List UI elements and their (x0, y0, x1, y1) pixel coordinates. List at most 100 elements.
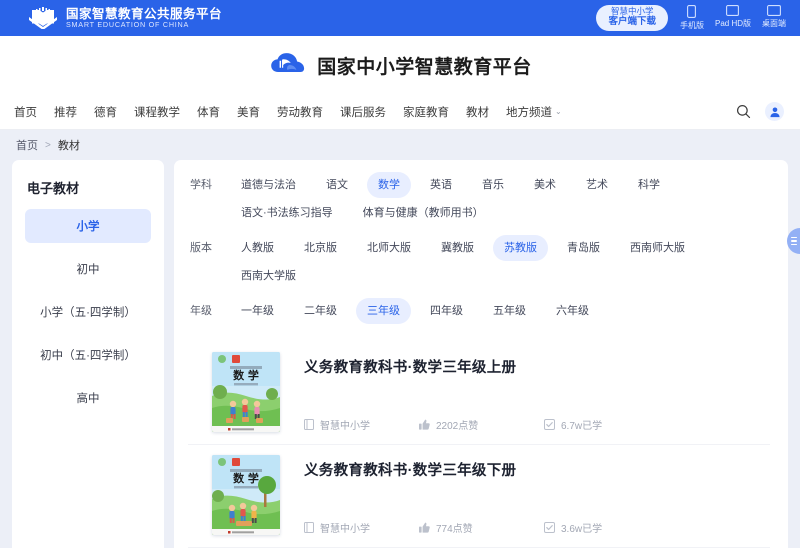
feedback-tab-icon (790, 236, 797, 246)
svg-text:数 学: 数 学 (233, 471, 259, 485)
sidebar-item-primary-54[interactable]: 小学（五·四学制） (25, 295, 151, 329)
chip-subject-math[interactable]: 数学 (367, 172, 411, 198)
sidebar-item-junior[interactable]: 初中 (25, 252, 151, 286)
page-title: 国家中小学智慧教育平台 (317, 55, 532, 78)
site-logo-band: 国家中小学智慧教育平台 (0, 36, 800, 94)
book-learners-label: 3.6w已学 (561, 524, 603, 535)
book-learners: 3.6w已学 (544, 520, 602, 535)
book-info: 义务教育教科书·数学三年级上册 智慧中小学 2202点赞 6.7w已学 (304, 352, 764, 432)
desktop-icon (767, 5, 781, 16)
book-icon (304, 419, 314, 430)
chip-grade-2[interactable]: 二年级 (293, 298, 348, 324)
breadcrumb-home[interactable]: 首页 (16, 137, 38, 153)
breadcrumb-separator: > (45, 139, 51, 151)
book-info: 义务教育教科书·数学三年级下册 智慧中小学 774点赞 3.6w已学 (304, 455, 764, 535)
book-likes-label: 2202点赞 (436, 421, 479, 432)
textbook-list: 数 学 义务教育教科书·数学三年级上册 智慧中小学 2202点赞 6.7w已学 … (184, 342, 774, 548)
chip-grade-3[interactable]: 三年级 (356, 298, 411, 324)
book-publisher-label: 智慧中小学 (320, 524, 370, 535)
sidebar-title: 电子教材 (27, 181, 80, 196)
table-row[interactable]: 数 学 (188, 445, 770, 548)
top-banner: 国家智慧教育公共服务平台 SMART EDUCATION OF CHINA 智慧… (0, 0, 800, 36)
nav-item-after-school-service[interactable]: 课后服务 (340, 104, 386, 120)
chip-version-jijiao[interactable]: 冀教版 (430, 235, 485, 261)
chip-version-qingdao[interactable]: 青岛版 (556, 235, 611, 261)
chip-version-xinandaxue[interactable]: 西南大学版 (230, 263, 307, 289)
page-body: 电子教材 小学 初中 小学（五·四学制） 初中（五·四学制） 高中 学科 道德与… (0, 160, 800, 548)
cloud-logo-icon (271, 53, 305, 72)
breadcrumb: 首页 > 教材 (0, 130, 800, 160)
chip-version-beishida[interactable]: 北师大版 (356, 235, 422, 261)
book-learners-label: 6.7w已学 (561, 421, 603, 432)
search-icon[interactable] (736, 104, 751, 119)
table-row[interactable]: 数 学 (188, 342, 770, 445)
nav-item-family-education[interactable]: 家庭教育 (403, 104, 449, 120)
device-link-pad[interactable]: Pad HD版 (715, 5, 751, 31)
learned-icon (544, 522, 555, 533)
book-title[interactable]: 义务教育教科书·数学三年级下册 (304, 459, 764, 480)
nav-item-aesthetic-education[interactable]: 美育 (237, 104, 260, 120)
sidebar-item-senior[interactable]: 高中 (25, 381, 151, 415)
filter-row-version: 版本 人教版 北京版 北师大版 冀教版 苏教版 青岛版 西南师大版 西南大学版 (186, 235, 772, 291)
book-title[interactable]: 义务教育教科书·数学三年级上册 (304, 356, 764, 377)
book-publisher: 智慧中小学 (304, 520, 419, 535)
filter-label-version: 版本 (190, 242, 212, 254)
book-likes: 2202点赞 (419, 417, 544, 432)
book-likes: 774点赞 (419, 520, 544, 535)
chip-subject-fine-arts[interactable]: 美术 (523, 172, 567, 198)
nav-item-textbooks[interactable]: 教材 (466, 104, 489, 120)
user-avatar[interactable] (765, 102, 784, 121)
nav-item-moral-education[interactable]: 德育 (94, 104, 117, 120)
chip-subject-moral-law[interactable]: 道德与法治 (230, 172, 307, 198)
book-publisher-label: 智慧中小学 (320, 421, 370, 432)
chip-grade-6[interactable]: 六年级 (545, 298, 600, 324)
client-download-button[interactable]: 智慧中小学 客户端下载 (596, 5, 668, 31)
nav-item-labor-education[interactable]: 劳动教育 (277, 104, 323, 120)
chip-subject-english[interactable]: 英语 (419, 172, 463, 198)
topbar-right-group: 智慧中小学 客户端下载 手机版 Pad HD版 桌面端 (596, 5, 792, 31)
thumbs-up-icon (419, 522, 430, 533)
chip-subject-arts[interactable]: 艺术 (575, 172, 619, 198)
chip-subject-music[interactable]: 音乐 (471, 172, 515, 198)
nav-item-list: 首页 推荐 德育 课程教学 体育 美育 劳动教育 课后服务 家庭教育 教材 地方… (14, 104, 562, 120)
nav-item-local-channel-label: 地方频道 (506, 106, 552, 119)
learned-icon (544, 419, 555, 430)
thumbs-up-icon (419, 419, 430, 430)
book-likes-label: 774点赞 (436, 524, 473, 535)
chip-version-sujiao[interactable]: 苏教版 (493, 235, 548, 261)
filter-label-subject: 学科 (190, 179, 212, 191)
device-links: 手机版 Pad HD版 桌面端 (680, 5, 786, 31)
nav-right-group (736, 102, 784, 121)
nav-item-physical-education[interactable]: 体育 (197, 104, 220, 120)
book-cover: 数 学 (212, 352, 280, 432)
book-learners: 6.7w已学 (544, 417, 602, 432)
chip-version-beijing[interactable]: 北京版 (293, 235, 348, 261)
device-link-phone[interactable]: 手机版 (680, 5, 704, 31)
chip-version-renjiao[interactable]: 人教版 (230, 235, 285, 261)
chip-subject-calligraphy[interactable]: 语文·书法练习指导 (230, 200, 344, 226)
book-cover-image: 数 学 (212, 455, 280, 535)
nav-item-home[interactable]: 首页 (14, 104, 37, 120)
chip-grade-4[interactable]: 四年级 (419, 298, 474, 324)
nav-item-course-teaching[interactable]: 课程教学 (134, 104, 180, 120)
device-link-desktop[interactable]: 桌面端 (762, 5, 786, 31)
filter-options-grade: 一年级 二年级 三年级 四年级 五年级 六年级 (226, 298, 604, 326)
chip-subject-science[interactable]: 科学 (627, 172, 671, 198)
filter-options-version: 人教版 北京版 北师大版 冀教版 苏教版 青岛版 西南师大版 西南大学版 (226, 235, 772, 291)
nav-item-recommend[interactable]: 推荐 (54, 104, 77, 120)
book-cover-image: 数 学 (212, 352, 280, 432)
chip-grade-5[interactable]: 五年级 (482, 298, 537, 324)
content-panel: 学科 道德与法治 语文 数学 英语 音乐 美术 艺术 科学 语文·书法练习指导 … (174, 160, 788, 548)
chip-subject-pe-health-teacher[interactable]: 体育与健康（教师用书） (352, 200, 495, 226)
chip-version-xinanshida[interactable]: 西南师大版 (619, 235, 696, 261)
chip-subject-chinese[interactable]: 语文 (315, 172, 359, 198)
platform-brand[interactable]: 国家智慧教育公共服务平台 SMART EDUCATION OF CHINA (28, 7, 222, 29)
nav-item-local-channel[interactable]: 地方频道 ⌄ (506, 104, 562, 120)
chip-grade-1[interactable]: 一年级 (230, 298, 285, 324)
chevron-down-icon: ⌄ (555, 107, 562, 116)
user-avatar-icon (769, 106, 780, 117)
brand-name-cn: 国家智慧教育公共服务平台 (66, 6, 223, 21)
sidebar-item-junior-54[interactable]: 初中（五·四学制） (25, 338, 151, 372)
download-line2: 客户端下载 (608, 15, 656, 27)
sidebar-item-primary[interactable]: 小学 (25, 209, 151, 243)
